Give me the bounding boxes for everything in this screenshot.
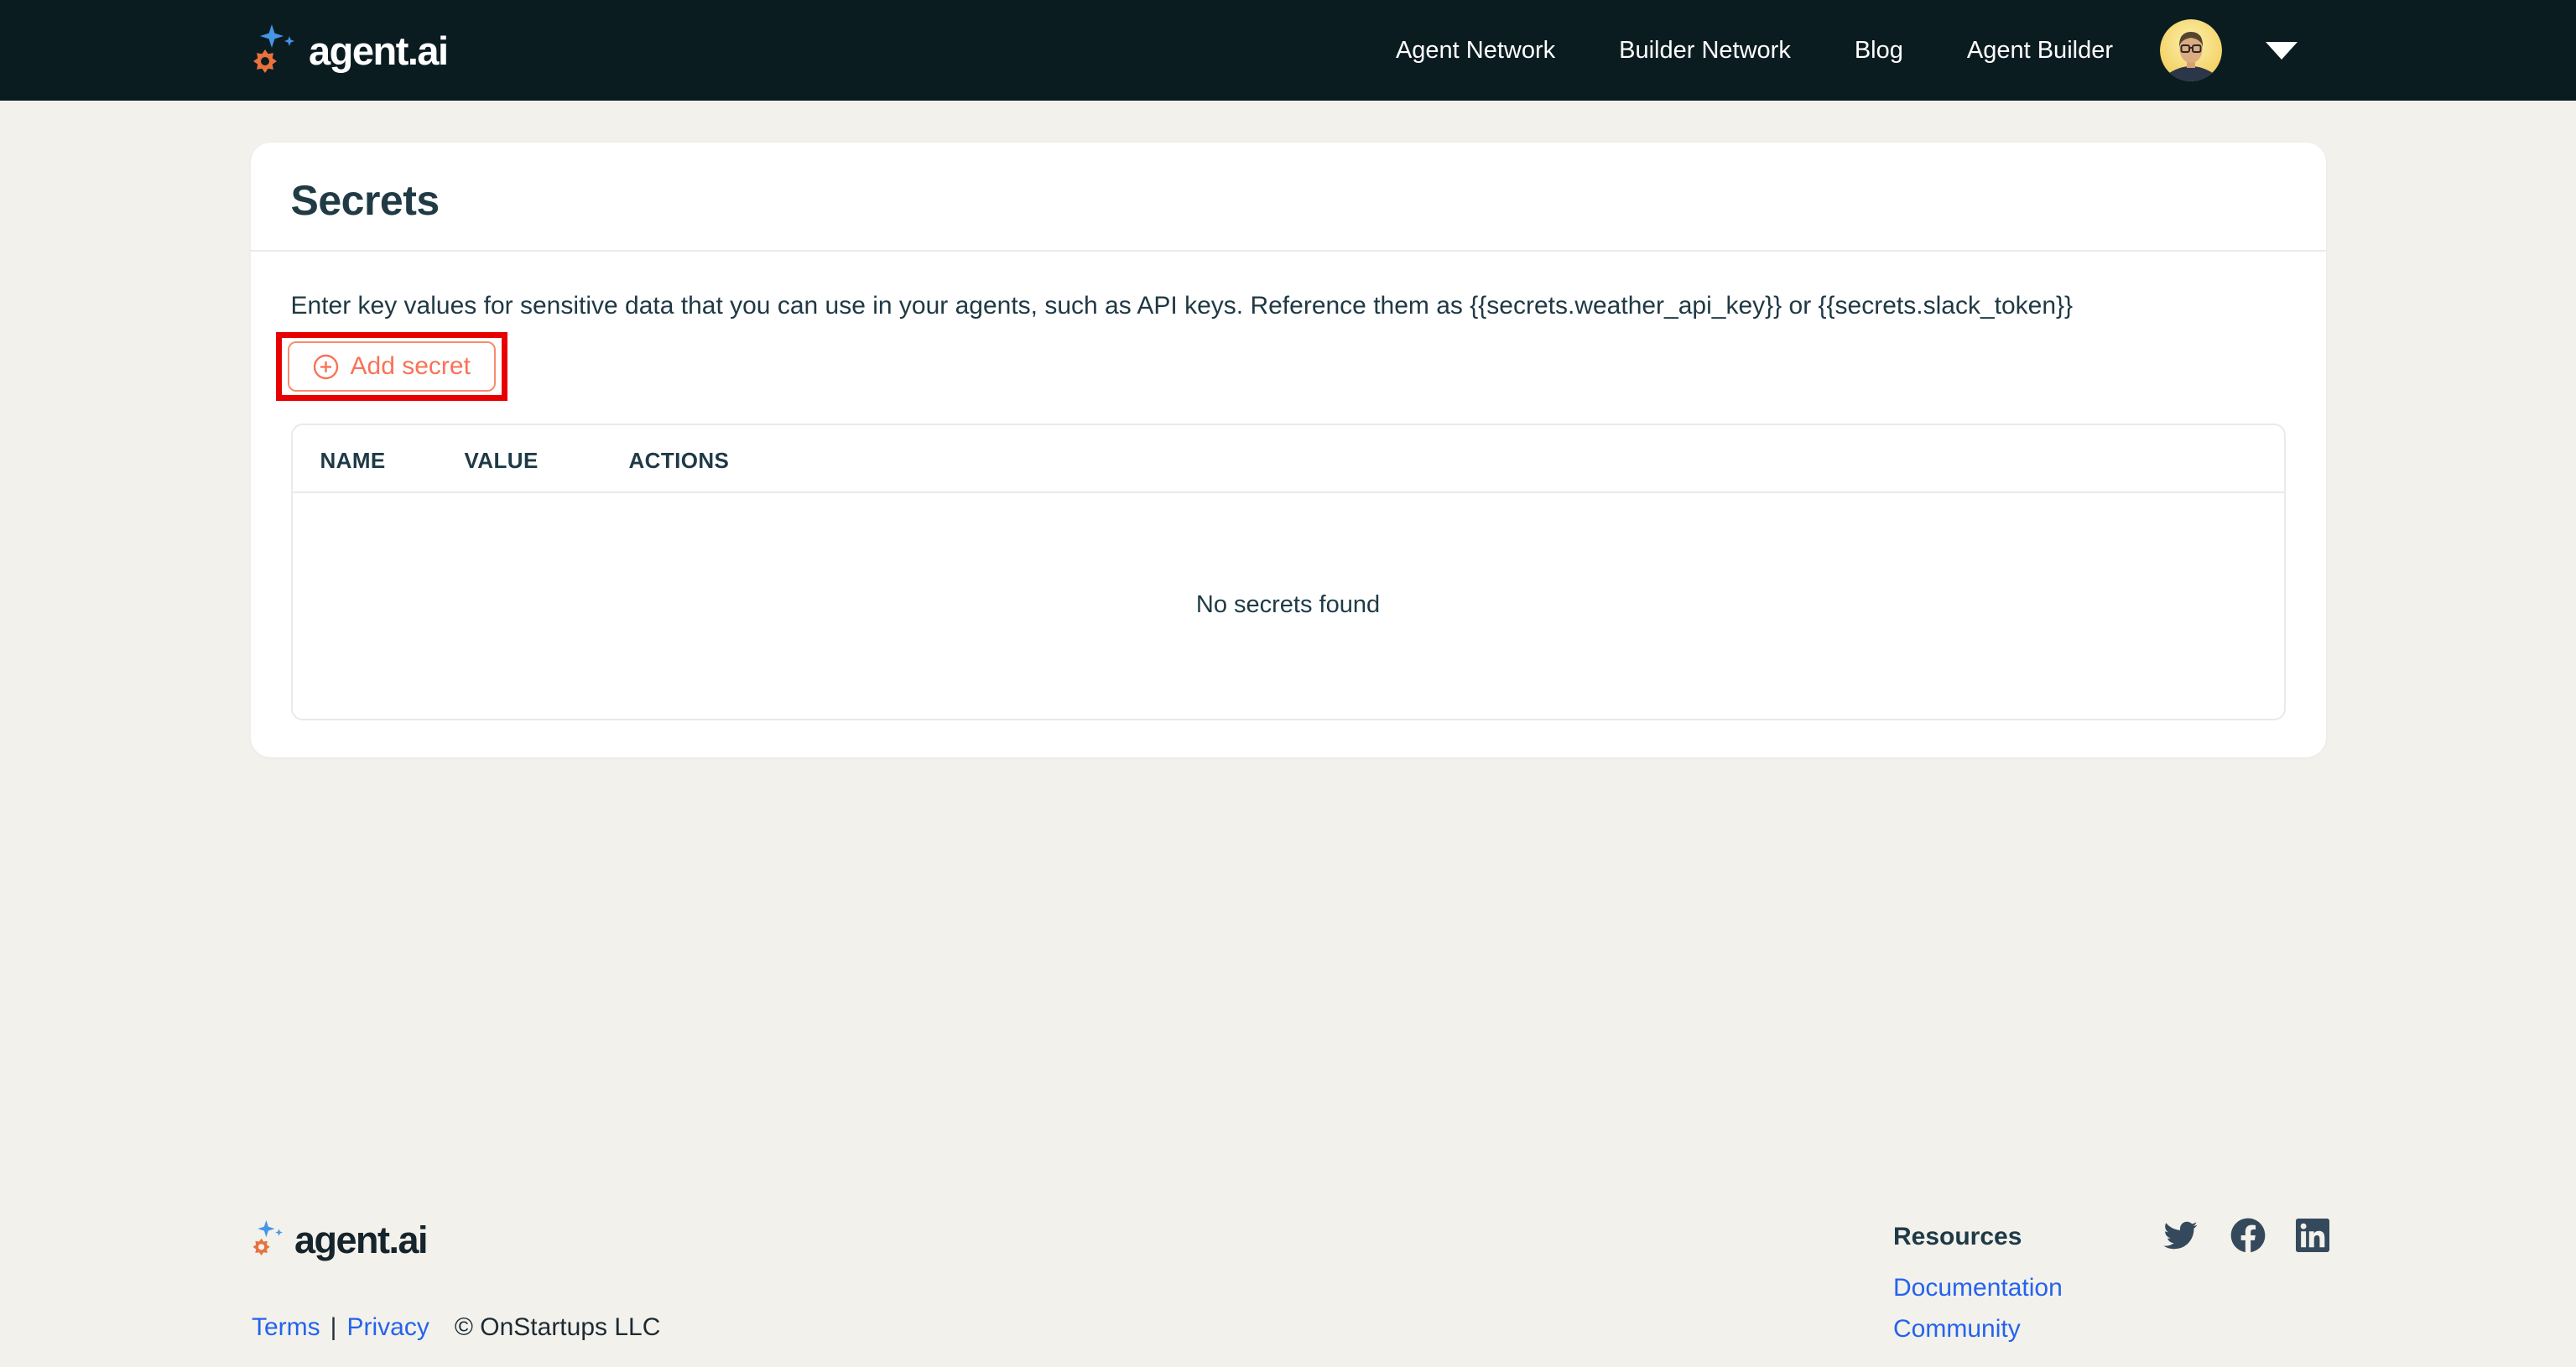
header-logo[interactable]: agent.ai	[252, 21, 448, 81]
resources-heading: Resources	[1893, 1223, 2063, 1251]
plus-circle-icon	[313, 354, 339, 380]
secrets-card: Secrets Enter key values for sensitive d…	[251, 143, 2326, 757]
user-avatar[interactable]	[2160, 19, 2222, 81]
column-header-actions: ACTIONS	[629, 448, 730, 491]
header-nav: Agent Network Builder Network Blog Agent…	[1396, 37, 2113, 65]
footer-resources: Resources Documentation Community	[1893, 1223, 2063, 1355]
column-header-name: NAME	[320, 448, 465, 491]
footer-logo[interactable]: agent.ai	[252, 1218, 427, 1262]
terms-link[interactable]: Terms	[252, 1313, 320, 1342]
footer-legal: Terms | Privacy © OnStartups LLC	[252, 1313, 660, 1342]
nav-agent-builder[interactable]: Agent Builder	[1967, 37, 2113, 65]
header-logo-text: agent.ai	[309, 28, 448, 74]
empty-state-message: No secrets found	[293, 493, 2284, 717]
secrets-description: Enter key values for sensitive data that…	[291, 290, 2286, 322]
nav-builder-network[interactable]: Builder Network	[1619, 37, 1791, 65]
table-header-row: NAME VALUE ACTIONS	[293, 425, 2284, 493]
nav-agent-network[interactable]: Agent Network	[1396, 37, 1555, 65]
footer-social-icons	[2161, 1216, 2329, 1255]
chevron-down-icon[interactable]	[2266, 42, 2298, 60]
legal-separator: |	[330, 1313, 337, 1342]
secrets-table: NAME VALUE ACTIONS No secrets found	[291, 424, 2286, 720]
add-secret-label: Add secret	[351, 352, 471, 381]
annotation-highlight: Add secret	[276, 332, 507, 401]
page-title: Secrets	[291, 176, 2286, 225]
top-navbar: agent.ai Agent Network Builder Network B…	[0, 0, 2576, 101]
documentation-link[interactable]: Documentation	[1893, 1273, 2063, 1303]
column-header-value: VALUE	[465, 448, 629, 491]
community-link[interactable]: Community	[1893, 1314, 2063, 1344]
agent-ai-logo-icon	[252, 21, 300, 81]
add-secret-button[interactable]: Add secret	[288, 341, 496, 392]
twitter-icon[interactable]	[2161, 1219, 2200, 1252]
nav-blog[interactable]: Blog	[1855, 37, 1903, 65]
footer-logo-text: agent.ai	[294, 1219, 427, 1262]
agent-ai-logo-icon	[252, 1218, 287, 1262]
privacy-link[interactable]: Privacy	[346, 1313, 429, 1342]
card-body: Enter key values for sensitive data that…	[251, 252, 2326, 757]
card-header: Secrets	[251, 143, 2326, 252]
copyright-text: © OnStartups LLC	[455, 1313, 661, 1342]
linkedin-icon[interactable]	[2296, 1216, 2329, 1255]
facebook-icon[interactable]	[2230, 1218, 2266, 1253]
